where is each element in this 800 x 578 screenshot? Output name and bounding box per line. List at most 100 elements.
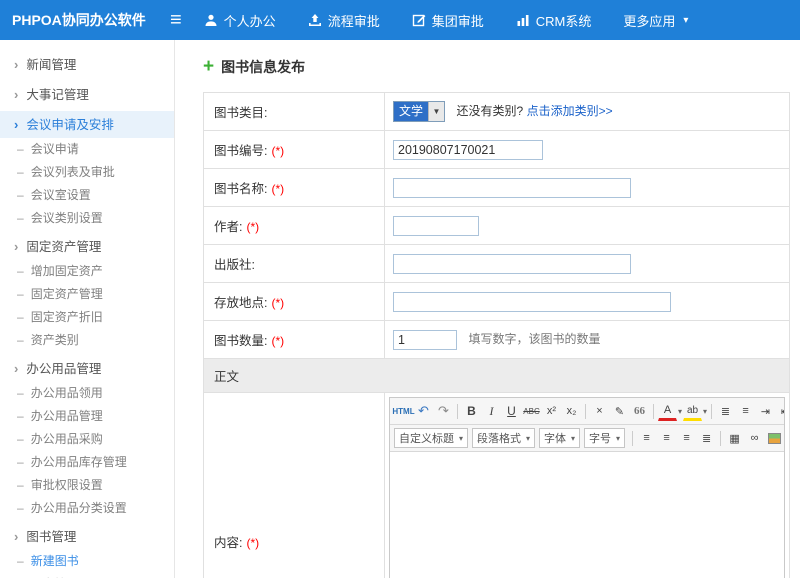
field-label: 图书数量: xyxy=(214,334,267,348)
main-content: + 图书信息发布 图书类目: 文学 ▼ 还没有类别? 点击添加类别>> 图书编号… xyxy=(176,40,800,578)
category-selected-value: 文学 xyxy=(394,102,428,121)
sidebar-item-meeting-list[interactable]: –会议列表及审批 xyxy=(0,161,174,184)
sidebar-group-meetings[interactable]: ›会议申请及安排 xyxy=(0,111,174,138)
sidebar-item-book-manage[interactable]: –图书管理 xyxy=(0,573,174,578)
group-label: 固定资产管理 xyxy=(26,240,101,254)
sidebar-item-supplies-manage[interactable]: –办公用品管理 xyxy=(0,405,174,428)
form-row-book-name: 图书名称:(*) xyxy=(204,169,790,207)
sidebar-group-books[interactable]: ›图书管理 xyxy=(0,523,174,550)
nav-more-apps[interactable]: 更多应用 ▾ xyxy=(623,11,688,30)
sidebar-item-meeting-apply[interactable]: –会议申请 xyxy=(0,138,174,161)
category-select[interactable]: 文学 ▼ xyxy=(393,101,445,122)
sidebar-group-office-supplies[interactable]: ›办公用品管理 xyxy=(0,355,174,382)
align-left-icon[interactable]: ≡ xyxy=(637,428,656,448)
item-label: 增加固定资产 xyxy=(31,264,103,278)
custom-heading-dropdown[interactable]: 自定义标题 ▾ xyxy=(394,428,468,448)
sidebar-item-new-book[interactable]: –新建图书 xyxy=(0,550,174,573)
sidebar-item-meeting-category[interactable]: –会议类别设置 xyxy=(0,207,174,230)
editor-content-area[interactable] xyxy=(390,452,784,578)
item-label: 新建图书 xyxy=(31,554,79,568)
align-justify-icon[interactable]: ≣ xyxy=(697,428,716,448)
item-label: 固定资产折旧 xyxy=(31,310,103,324)
app-logo: PHPOA协同办公软件 xyxy=(0,10,160,30)
underline-icon[interactable]: U xyxy=(502,401,521,421)
sidebar-item-asset-manage[interactable]: –固定资产管理 xyxy=(0,283,174,306)
sidebar-item-supplies-category[interactable]: –办公用品分类设置 xyxy=(0,497,174,520)
publisher-input[interactable] xyxy=(393,254,631,274)
dash-icon: – xyxy=(17,478,24,492)
strikethrough-icon[interactable]: ABC xyxy=(522,401,541,421)
item-label: 审批权限设置 xyxy=(31,478,103,492)
item-label: 会议类别设置 xyxy=(31,211,103,225)
item-label: 会议室设置 xyxy=(31,188,91,202)
eraser-icon[interactable]: × xyxy=(590,401,609,421)
font-color-icon[interactable]: A xyxy=(658,401,677,421)
toolbar-separator xyxy=(711,404,712,419)
italic-icon[interactable]: I xyxy=(482,401,501,421)
item-label: 办公用品分类设置 xyxy=(31,501,127,515)
sidebar-item-asset-add[interactable]: –增加固定资产 xyxy=(0,260,174,283)
nav-workflow-approval[interactable]: 流程审批 xyxy=(308,11,380,30)
font-size-dropdown[interactable]: 字号 ▾ xyxy=(584,428,625,448)
subscript-icon[interactable]: x₂ xyxy=(562,401,581,421)
dash-icon: – xyxy=(17,386,24,400)
sidebar-group-news[interactable]: ›新闻管理 xyxy=(0,51,174,78)
chevron-right-icon: › xyxy=(14,57,18,72)
sidebar-item-supplies-claim[interactable]: –办公用品领用 xyxy=(0,382,174,405)
paragraph-format-dropdown[interactable]: 段落格式 ▾ xyxy=(472,428,535,448)
nav-group-approval[interactable]: 集团审批 xyxy=(412,11,484,30)
add-category-link[interactable]: 点击添加类别>> xyxy=(527,104,613,118)
menu-toggle-icon[interactable]: ≡ xyxy=(170,10,182,30)
blockquote-icon[interactable]: 66 xyxy=(630,401,649,421)
sidebar-group-fixed-assets[interactable]: ›固定资产管理 xyxy=(0,233,174,260)
book-no-input[interactable] xyxy=(393,140,543,160)
bold-icon[interactable]: B xyxy=(462,401,481,421)
item-label: 资产类别 xyxy=(31,333,79,347)
quantity-input[interactable] xyxy=(393,330,457,350)
book-name-input[interactable] xyxy=(393,178,631,198)
sidebar-item-approval-permission[interactable]: –审批权限设置 xyxy=(0,474,174,497)
field-label: 作者: xyxy=(214,220,242,234)
redo-icon[interactable]: ↷ xyxy=(434,401,453,421)
sidebar-group-events[interactable]: ›大事记管理 xyxy=(0,81,174,108)
form-row-category: 图书类目: 文学 ▼ 还没有类别? 点击添加类别>> xyxy=(204,93,790,131)
undo-icon[interactable]: ↶ xyxy=(414,401,433,421)
superscript-icon[interactable]: x² xyxy=(542,401,561,421)
editor-toolbar-row2: 自定义标题 ▾ 段落格式 ▾ 字体 ▾ xyxy=(390,425,784,452)
bullet-list-icon[interactable]: ≡ xyxy=(736,401,755,421)
ordered-list-icon[interactable]: ≣ xyxy=(716,401,735,421)
nav-personal-office[interactable]: 个人办公 xyxy=(204,11,276,30)
align-center-icon[interactable]: ≡ xyxy=(657,428,676,448)
sidebar-item-supplies-stock[interactable]: –办公用品库存管理 xyxy=(0,451,174,474)
chevron-down-icon[interactable]: ▾ xyxy=(703,407,707,416)
chevron-right-icon: › xyxy=(14,117,18,132)
highlight-color-icon[interactable]: ab xyxy=(683,401,702,421)
dash-icon: – xyxy=(17,287,24,301)
page-title-text: 图书信息发布 xyxy=(221,57,305,77)
app-window: PHPOA协同办公软件 ≡ 个人办公 流程审批 集团审批 CRM系统 更多应用 … xyxy=(0,0,800,578)
sidebar-item-supplies-purchase[interactable]: –办公用品采购 xyxy=(0,428,174,451)
chevron-right-icon: › xyxy=(14,87,18,102)
sidebar-item-meeting-room[interactable]: –会议室设置 xyxy=(0,184,174,207)
dropdown-label: 字号 xyxy=(589,430,611,446)
item-label: 办公用品领用 xyxy=(31,386,103,400)
indent-icon[interactable]: ⇥ xyxy=(756,401,775,421)
align-right-icon[interactable]: ≡ xyxy=(677,428,696,448)
outdent-icon[interactable]: ⇤ xyxy=(776,401,784,421)
sidebar-item-asset-category[interactable]: –资产类别 xyxy=(0,329,174,352)
insert-image-icon[interactable] xyxy=(765,428,784,448)
required-mark: (*) xyxy=(271,334,284,348)
table-icon[interactable]: ▦ xyxy=(725,428,744,448)
dash-icon: – xyxy=(17,142,24,156)
format-brush-icon[interactable]: ✎ xyxy=(610,401,629,421)
link-icon[interactable]: ∞ xyxy=(745,428,764,448)
form-row-content: 内容:(*) HTML ↶ ↷ B I U ABC x² xyxy=(204,393,790,578)
location-input[interactable] xyxy=(393,292,671,312)
sidebar-item-asset-depreciation[interactable]: –固定资产折旧 xyxy=(0,306,174,329)
author-input[interactable] xyxy=(393,216,479,236)
chevron-down-icon[interactable]: ▾ xyxy=(678,407,682,416)
nav-label: 更多应用 xyxy=(623,11,675,30)
nav-crm-system[interactable]: CRM系统 xyxy=(516,11,592,30)
font-family-dropdown[interactable]: 字体 ▾ xyxy=(539,428,580,448)
html-source-icon[interactable]: HTML xyxy=(394,401,413,421)
